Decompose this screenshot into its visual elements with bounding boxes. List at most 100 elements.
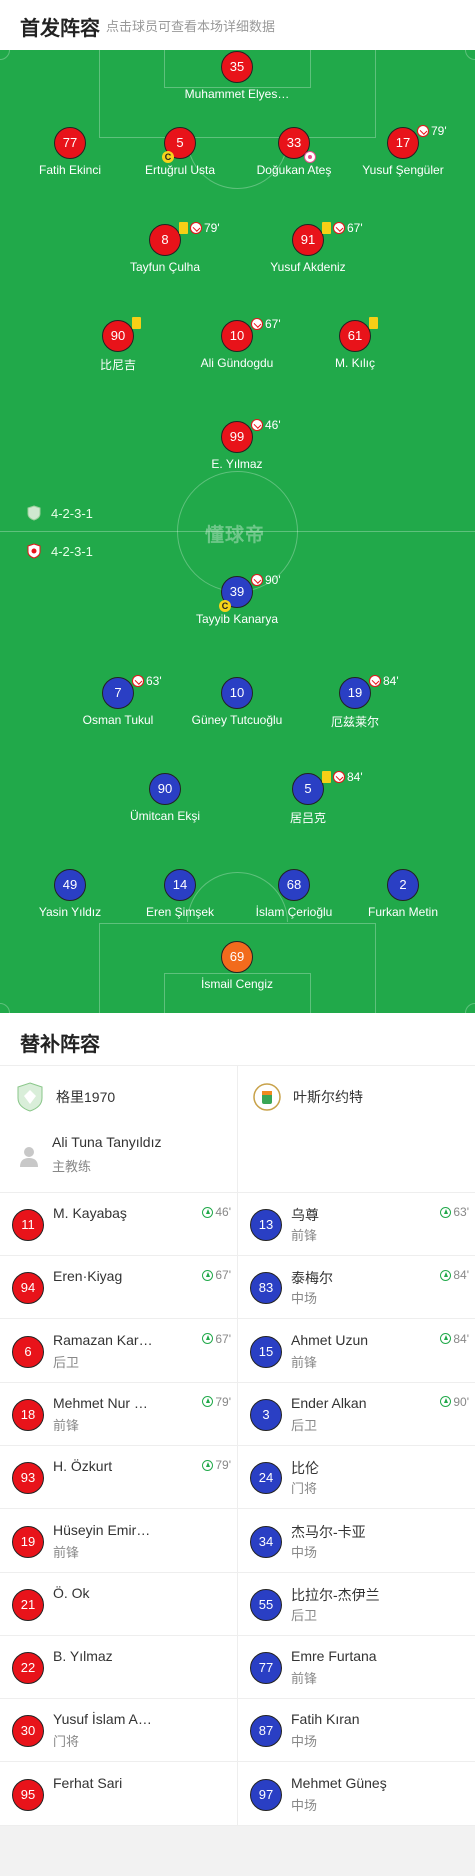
player-name[interactable]: 居吕克 [238, 809, 378, 826]
captain-badge-icon: C [162, 151, 174, 163]
sub-name: 杰马尔-卡亚 [291, 1523, 366, 1540]
sub-number: 94 [12, 1272, 44, 1305]
sub-row[interactable]: 24 比伦 门将 [238, 1446, 475, 1510]
player-number[interactable]: 90 [149, 773, 181, 805]
player-number[interactable]: 68 [278, 869, 310, 901]
sub-number: 77 [250, 1652, 282, 1685]
substitution-off-icon [251, 574, 263, 586]
player-number[interactable]: 2 [387, 869, 419, 901]
player-name[interactable]: Yusuf Şengüler [333, 163, 473, 177]
substitution-off-icon [369, 675, 381, 687]
lineup-hint: 点击球员可查看本场详细数据 [106, 19, 276, 34]
sub-name: Yusuf İslam A… [53, 1711, 152, 1728]
sub-row[interactable]: 13 乌尊 前锋 63' [238, 1193, 475, 1256]
sub-row[interactable]: 55 比拉尔-杰伊兰 后卫 [238, 1573, 475, 1636]
player-events: 67' [251, 317, 281, 331]
player-name[interactable]: Furkan Metin [333, 905, 473, 919]
sub-number: 95 [12, 1778, 44, 1811]
player-name[interactable]: Tayyib Kanarya [167, 612, 307, 626]
player-name[interactable]: M. Kılıç [285, 356, 425, 370]
sub-on-time: 67' [215, 1331, 231, 1346]
sub-number: 24 [250, 1462, 282, 1495]
player-number[interactable]: 49 [54, 869, 86, 901]
substitution-on-icon [440, 1333, 452, 1345]
substitution-minute: 67' [347, 221, 363, 235]
sub-number: 15 [250, 1335, 282, 1368]
player-number[interactable]: 14 [164, 869, 196, 901]
substitution-off-icon [132, 675, 144, 687]
sub-name: Eren·Kiyag [53, 1268, 123, 1285]
player-number[interactable]: 90 [102, 320, 134, 352]
player-number[interactable]: 69 [221, 941, 253, 973]
player-name[interactable]: İsmail Cengiz [167, 977, 307, 991]
sub-position: 前锋 [291, 1228, 318, 1243]
sub-number: 22 [12, 1652, 44, 1685]
sub-position: 前锋 [53, 1544, 80, 1560]
sub-name: Hüseyin Emir… [53, 1521, 151, 1538]
sub-on-minute: 46' [202, 1205, 231, 1219]
yellow-card-icon [179, 222, 188, 234]
sub-name: Ramazan Kar… [53, 1331, 153, 1348]
sub-row[interactable]: 18 Mehmet Nur … 前锋 79' [0, 1383, 237, 1446]
sub-row[interactable]: 21 Ö. Ok [0, 1573, 237, 1636]
player-number[interactable]: 91 [292, 224, 324, 256]
player-number[interactable]: 7 [102, 677, 134, 709]
sub-row[interactable]: 87 Fatih Kıran 中场 [238, 1699, 475, 1763]
player-name[interactable]: Yusuf Akdeniz [238, 260, 378, 274]
sub-name: Mehmet Güneş [291, 1774, 387, 1791]
player-number[interactable]: 8 [149, 224, 181, 256]
sub-number: 93 [12, 1462, 44, 1495]
player-number[interactable]: 10 [221, 320, 253, 352]
away-team-header[interactable]: 叶斯尔约特 [253, 1082, 363, 1112]
sub-row[interactable]: 83 泰梅尔 中场 84' [238, 1256, 475, 1320]
sub-on-time: 46' [215, 1205, 231, 1219]
player-name[interactable]: E. Yılmaz [167, 457, 307, 471]
sub-name: Ender Alkan [291, 1394, 367, 1411]
substitution-minute: 84' [383, 674, 399, 688]
player-number[interactable]: 10 [221, 677, 253, 709]
player-events: 90' [251, 573, 281, 587]
sub-number: 34 [250, 1525, 282, 1558]
player-name[interactable]: Muhammet Elyes… [167, 87, 307, 101]
sub-row[interactable]: 34 杰马尔-卡亚 中场 [238, 1510, 475, 1573]
sub-row[interactable]: 11 M. Kayabaş 46' [0, 1193, 237, 1256]
player-number[interactable]: 99 [221, 421, 253, 453]
player-number[interactable]: 61 [339, 320, 371, 352]
coach-role: 主教练 [52, 1159, 92, 1174]
player-number[interactable]: 17 [387, 127, 419, 159]
sub-row[interactable]: 77 Emre Furtana 前锋 [238, 1636, 475, 1700]
player-events [132, 317, 143, 329]
player-number[interactable]: 5 [292, 773, 324, 805]
player-number[interactable]: 35 [221, 51, 253, 83]
goal-ball-icon [304, 151, 316, 163]
player-number[interactable]: 77 [54, 127, 86, 159]
substitution-on-icon [202, 1269, 214, 1281]
sub-row[interactable]: 94 Eren·Kiyag 67' [0, 1256, 237, 1320]
home-team-header[interactable]: 格里1970 [16, 1082, 115, 1112]
sub-position: 中场 [291, 1291, 318, 1307]
sub-row[interactable]: 22 B. Yılmaz [0, 1636, 237, 1700]
player-name[interactable]: Ümitcan Ekşi [95, 809, 235, 823]
sub-name: H. Özkurt [53, 1458, 113, 1475]
player-events: 67' [322, 221, 363, 235]
player-name[interactable]: 厄兹莱尔 [285, 713, 425, 730]
sub-row[interactable]: 19 Hüseyin Emir… 前锋 [0, 1510, 237, 1573]
sub-row[interactable]: 15 Ahmet Uzun 前锋 84' [238, 1320, 475, 1383]
sub-position: 中场 [291, 1544, 318, 1560]
sub-row[interactable]: 93 H. Özkurt 79' [0, 1446, 237, 1510]
sub-row[interactable]: 30 Yusuf İslam A… 门将 [0, 1699, 237, 1763]
sub-name: 比拉尔-杰伊兰 [291, 1586, 380, 1603]
sub-row[interactable]: 97 Mehmet Güneş 中场 [238, 1763, 475, 1826]
sub-number: 6 [12, 1335, 44, 1368]
player-number[interactable]: 19 [339, 677, 371, 709]
sub-name: Emre Furtana [291, 1648, 377, 1665]
sub-row[interactable]: 95 Ferhat Sari [0, 1763, 237, 1826]
sub-row[interactable]: 6 Ramazan Kar… 后卫 67' [0, 1320, 237, 1383]
player-events: 46' [251, 418, 281, 432]
sub-row[interactable]: 3 Ender Alkan 后卫 90' [238, 1383, 475, 1446]
player-name[interactable]: Tayfun Çulha [95, 260, 235, 274]
sub-position: 门将 [291, 1481, 318, 1497]
sub-on-time: 67' [215, 1268, 231, 1283]
watermark: 懂球帝 [205, 525, 266, 546]
sub-number: 13 [250, 1209, 282, 1241]
